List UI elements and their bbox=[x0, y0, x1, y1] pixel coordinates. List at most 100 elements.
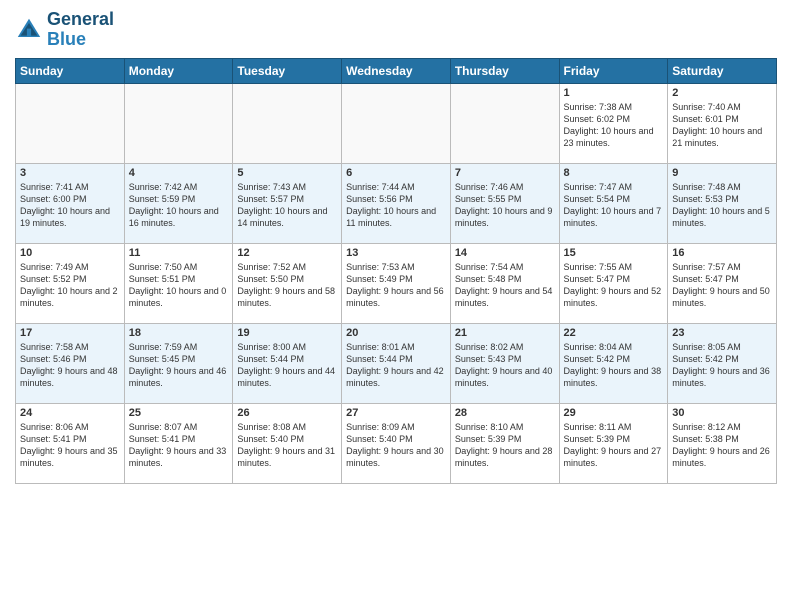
calendar-cell bbox=[450, 83, 559, 163]
calendar-cell: 17 Sunrise: 7:58 AM Sunset: 5:46 PM Dayli… bbox=[16, 323, 125, 403]
calendar-cell: 21 Sunrise: 8:02 AM Sunset: 5:43 PM Dayli… bbox=[450, 323, 559, 403]
day-number: 13 bbox=[346, 247, 446, 259]
calendar-week-5: 24Sunrise: 8:06 AM Sunset: 5:41 PM Dayli… bbox=[16, 403, 777, 483]
calendar-cell: 13 Sunrise: 7:53 AM Sunset: 5:49 PM Dayli… bbox=[342, 243, 451, 323]
day-info: Sunrise: 7:41 AM Sunset: 6:00 PM Dayligh… bbox=[20, 181, 120, 230]
day-info: Sunrise: 7:55 AM Sunset: 5:47 PM Dayligh… bbox=[564, 261, 664, 310]
calendar-cell: 29Sunrise: 8:11 AM Sunset: 5:39 PM Dayli… bbox=[559, 403, 668, 483]
calendar-cell bbox=[342, 83, 451, 163]
day-number: 19 bbox=[237, 327, 337, 339]
day-number: 22 bbox=[564, 327, 664, 339]
day-info: Sunrise: 7:54 AM Sunset: 5:48 PM Dayligh… bbox=[455, 261, 555, 310]
calendar-cell: 26 Sunrise: 8:08 AM Sunset: 5:40 PM Dayli… bbox=[233, 403, 342, 483]
calendar-cell bbox=[16, 83, 125, 163]
header-day-monday: Monday bbox=[124, 58, 233, 83]
calendar-cell: 16Sunrise: 7:57 AM Sunset: 5:47 PM Dayli… bbox=[668, 243, 777, 323]
calendar-cell: 15 Sunrise: 7:55 AM Sunset: 5:47 PM Dayli… bbox=[559, 243, 668, 323]
day-number: 25 bbox=[129, 407, 229, 419]
calendar-cell: 18 Sunrise: 7:59 AM Sunset: 5:45 PM Dayli… bbox=[124, 323, 233, 403]
calendar-header: SundayMondayTuesdayWednesdayThursdayFrid… bbox=[16, 58, 777, 83]
day-number: 15 bbox=[564, 247, 664, 259]
header-day-wednesday: Wednesday bbox=[342, 58, 451, 83]
day-number: 12 bbox=[237, 247, 337, 259]
day-number: 21 bbox=[455, 327, 555, 339]
day-number: 4 bbox=[129, 167, 229, 179]
calendar-cell: 5 Sunrise: 7:43 AM Sunset: 5:57 PM Daylig… bbox=[233, 163, 342, 243]
day-info: Sunrise: 8:05 AM Sunset: 5:42 PM Dayligh… bbox=[672, 341, 772, 390]
calendar-cell bbox=[124, 83, 233, 163]
day-info: Sunrise: 7:58 AM Sunset: 5:46 PM Dayligh… bbox=[20, 341, 120, 390]
header-day-tuesday: Tuesday bbox=[233, 58, 342, 83]
day-number: 10 bbox=[20, 247, 120, 259]
day-info: Sunrise: 7:59 AM Sunset: 5:45 PM Dayligh… bbox=[129, 341, 229, 390]
day-info: Sunrise: 7:57 AM Sunset: 5:47 PM Dayligh… bbox=[672, 261, 772, 310]
day-info: Sunrise: 7:50 AM Sunset: 5:51 PM Dayligh… bbox=[129, 261, 229, 310]
day-number: 23 bbox=[672, 327, 772, 339]
day-info: Sunrise: 8:09 AM Sunset: 5:40 PM Dayligh… bbox=[346, 421, 446, 470]
day-info: Sunrise: 7:43 AM Sunset: 5:57 PM Dayligh… bbox=[237, 181, 337, 230]
calendar-cell: 10 Sunrise: 7:49 AM Sunset: 5:52 PM Dayli… bbox=[16, 243, 125, 323]
day-info: Sunrise: 8:06 AM Sunset: 5:41 PM Dayligh… bbox=[20, 421, 120, 470]
day-info: Sunrise: 8:07 AM Sunset: 5:41 PM Dayligh… bbox=[129, 421, 229, 470]
day-info: Sunrise: 8:04 AM Sunset: 5:42 PM Dayligh… bbox=[564, 341, 664, 390]
day-info: Sunrise: 7:46 AM Sunset: 5:55 PM Dayligh… bbox=[455, 181, 555, 230]
day-number: 8 bbox=[564, 167, 664, 179]
day-info: Sunrise: 8:00 AM Sunset: 5:44 PM Dayligh… bbox=[237, 341, 337, 390]
logo: GeneralBlue bbox=[15, 10, 114, 50]
logo-icon bbox=[15, 16, 43, 44]
day-info: Sunrise: 8:02 AM Sunset: 5:43 PM Dayligh… bbox=[455, 341, 555, 390]
page-container: GeneralBlue SundayMondayTuesdayWednesday… bbox=[0, 0, 792, 494]
day-info: Sunrise: 8:10 AM Sunset: 5:39 PM Dayligh… bbox=[455, 421, 555, 470]
day-number: 7 bbox=[455, 167, 555, 179]
calendar-cell: 24Sunrise: 8:06 AM Sunset: 5:41 PM Dayli… bbox=[16, 403, 125, 483]
calendar-cell: 27 Sunrise: 8:09 AM Sunset: 5:40 PM Dayli… bbox=[342, 403, 451, 483]
day-info: Sunrise: 8:11 AM Sunset: 5:39 PM Dayligh… bbox=[564, 421, 664, 470]
day-number: 5 bbox=[237, 167, 337, 179]
day-number: 2 bbox=[672, 87, 772, 99]
day-number: 18 bbox=[129, 327, 229, 339]
calendar-cell: 8Sunrise: 7:47 AM Sunset: 5:54 PM Daylig… bbox=[559, 163, 668, 243]
calendar-cell: 9 Sunrise: 7:48 AM Sunset: 5:53 PM Daylig… bbox=[668, 163, 777, 243]
day-info: Sunrise: 7:38 AM Sunset: 6:02 PM Dayligh… bbox=[564, 101, 664, 150]
calendar-table: SundayMondayTuesdayWednesdayThursdayFrid… bbox=[15, 58, 777, 484]
calendar-cell: 4Sunrise: 7:42 AM Sunset: 5:59 PM Daylig… bbox=[124, 163, 233, 243]
day-info: Sunrise: 7:52 AM Sunset: 5:50 PM Dayligh… bbox=[237, 261, 337, 310]
day-info: Sunrise: 7:40 AM Sunset: 6:01 PM Dayligh… bbox=[672, 101, 772, 150]
day-info: Sunrise: 7:48 AM Sunset: 5:53 PM Dayligh… bbox=[672, 181, 772, 230]
day-number: 26 bbox=[237, 407, 337, 419]
logo-text: GeneralBlue bbox=[47, 10, 114, 50]
day-number: 17 bbox=[20, 327, 120, 339]
day-info: Sunrise: 7:49 AM Sunset: 5:52 PM Dayligh… bbox=[20, 261, 120, 310]
calendar-cell: 7 Sunrise: 7:46 AM Sunset: 5:55 PM Daylig… bbox=[450, 163, 559, 243]
header-day-thursday: Thursday bbox=[450, 58, 559, 83]
calendar-cell: 25 Sunrise: 8:07 AM Sunset: 5:41 PM Dayli… bbox=[124, 403, 233, 483]
day-info: Sunrise: 7:53 AM Sunset: 5:49 PM Dayligh… bbox=[346, 261, 446, 310]
day-number: 1 bbox=[564, 87, 664, 99]
calendar-cell: 20 Sunrise: 8:01 AM Sunset: 5:44 PM Dayli… bbox=[342, 323, 451, 403]
calendar-cell: 23 Sunrise: 8:05 AM Sunset: 5:42 PM Dayli… bbox=[668, 323, 777, 403]
day-number: 27 bbox=[346, 407, 446, 419]
page-header: GeneralBlue bbox=[15, 10, 777, 50]
calendar-week-4: 17 Sunrise: 7:58 AM Sunset: 5:46 PM Dayli… bbox=[16, 323, 777, 403]
calendar-cell: 11 Sunrise: 7:50 AM Sunset: 5:51 PM Dayli… bbox=[124, 243, 233, 323]
header-day-saturday: Saturday bbox=[668, 58, 777, 83]
day-info: Sunrise: 8:01 AM Sunset: 5:44 PM Dayligh… bbox=[346, 341, 446, 390]
day-number: 28 bbox=[455, 407, 555, 419]
header-row: SundayMondayTuesdayWednesdayThursdayFrid… bbox=[16, 58, 777, 83]
day-number: 6 bbox=[346, 167, 446, 179]
calendar-week-2: 3Sunrise: 7:41 AM Sunset: 6:00 PM Daylig… bbox=[16, 163, 777, 243]
day-info: Sunrise: 8:08 AM Sunset: 5:40 PM Dayligh… bbox=[237, 421, 337, 470]
calendar-cell: 22 Sunrise: 8:04 AM Sunset: 5:42 PM Dayli… bbox=[559, 323, 668, 403]
day-number: 11 bbox=[129, 247, 229, 259]
header-day-sunday: Sunday bbox=[16, 58, 125, 83]
day-info: Sunrise: 8:12 AM Sunset: 5:38 PM Dayligh… bbox=[672, 421, 772, 470]
day-number: 9 bbox=[672, 167, 772, 179]
day-number: 14 bbox=[455, 247, 555, 259]
calendar-body: 1 Sunrise: 7:38 AM Sunset: 6:02 PM Daylig… bbox=[16, 83, 777, 483]
day-number: 20 bbox=[346, 327, 446, 339]
calendar-week-1: 1 Sunrise: 7:38 AM Sunset: 6:02 PM Daylig… bbox=[16, 83, 777, 163]
calendar-week-3: 10 Sunrise: 7:49 AM Sunset: 5:52 PM Dayli… bbox=[16, 243, 777, 323]
calendar-cell: 14 Sunrise: 7:54 AM Sunset: 5:48 PM Dayli… bbox=[450, 243, 559, 323]
calendar-cell: 1 Sunrise: 7:38 AM Sunset: 6:02 PM Daylig… bbox=[559, 83, 668, 163]
calendar-cell: 2 Sunrise: 7:40 AM Sunset: 6:01 PM Daylig… bbox=[668, 83, 777, 163]
